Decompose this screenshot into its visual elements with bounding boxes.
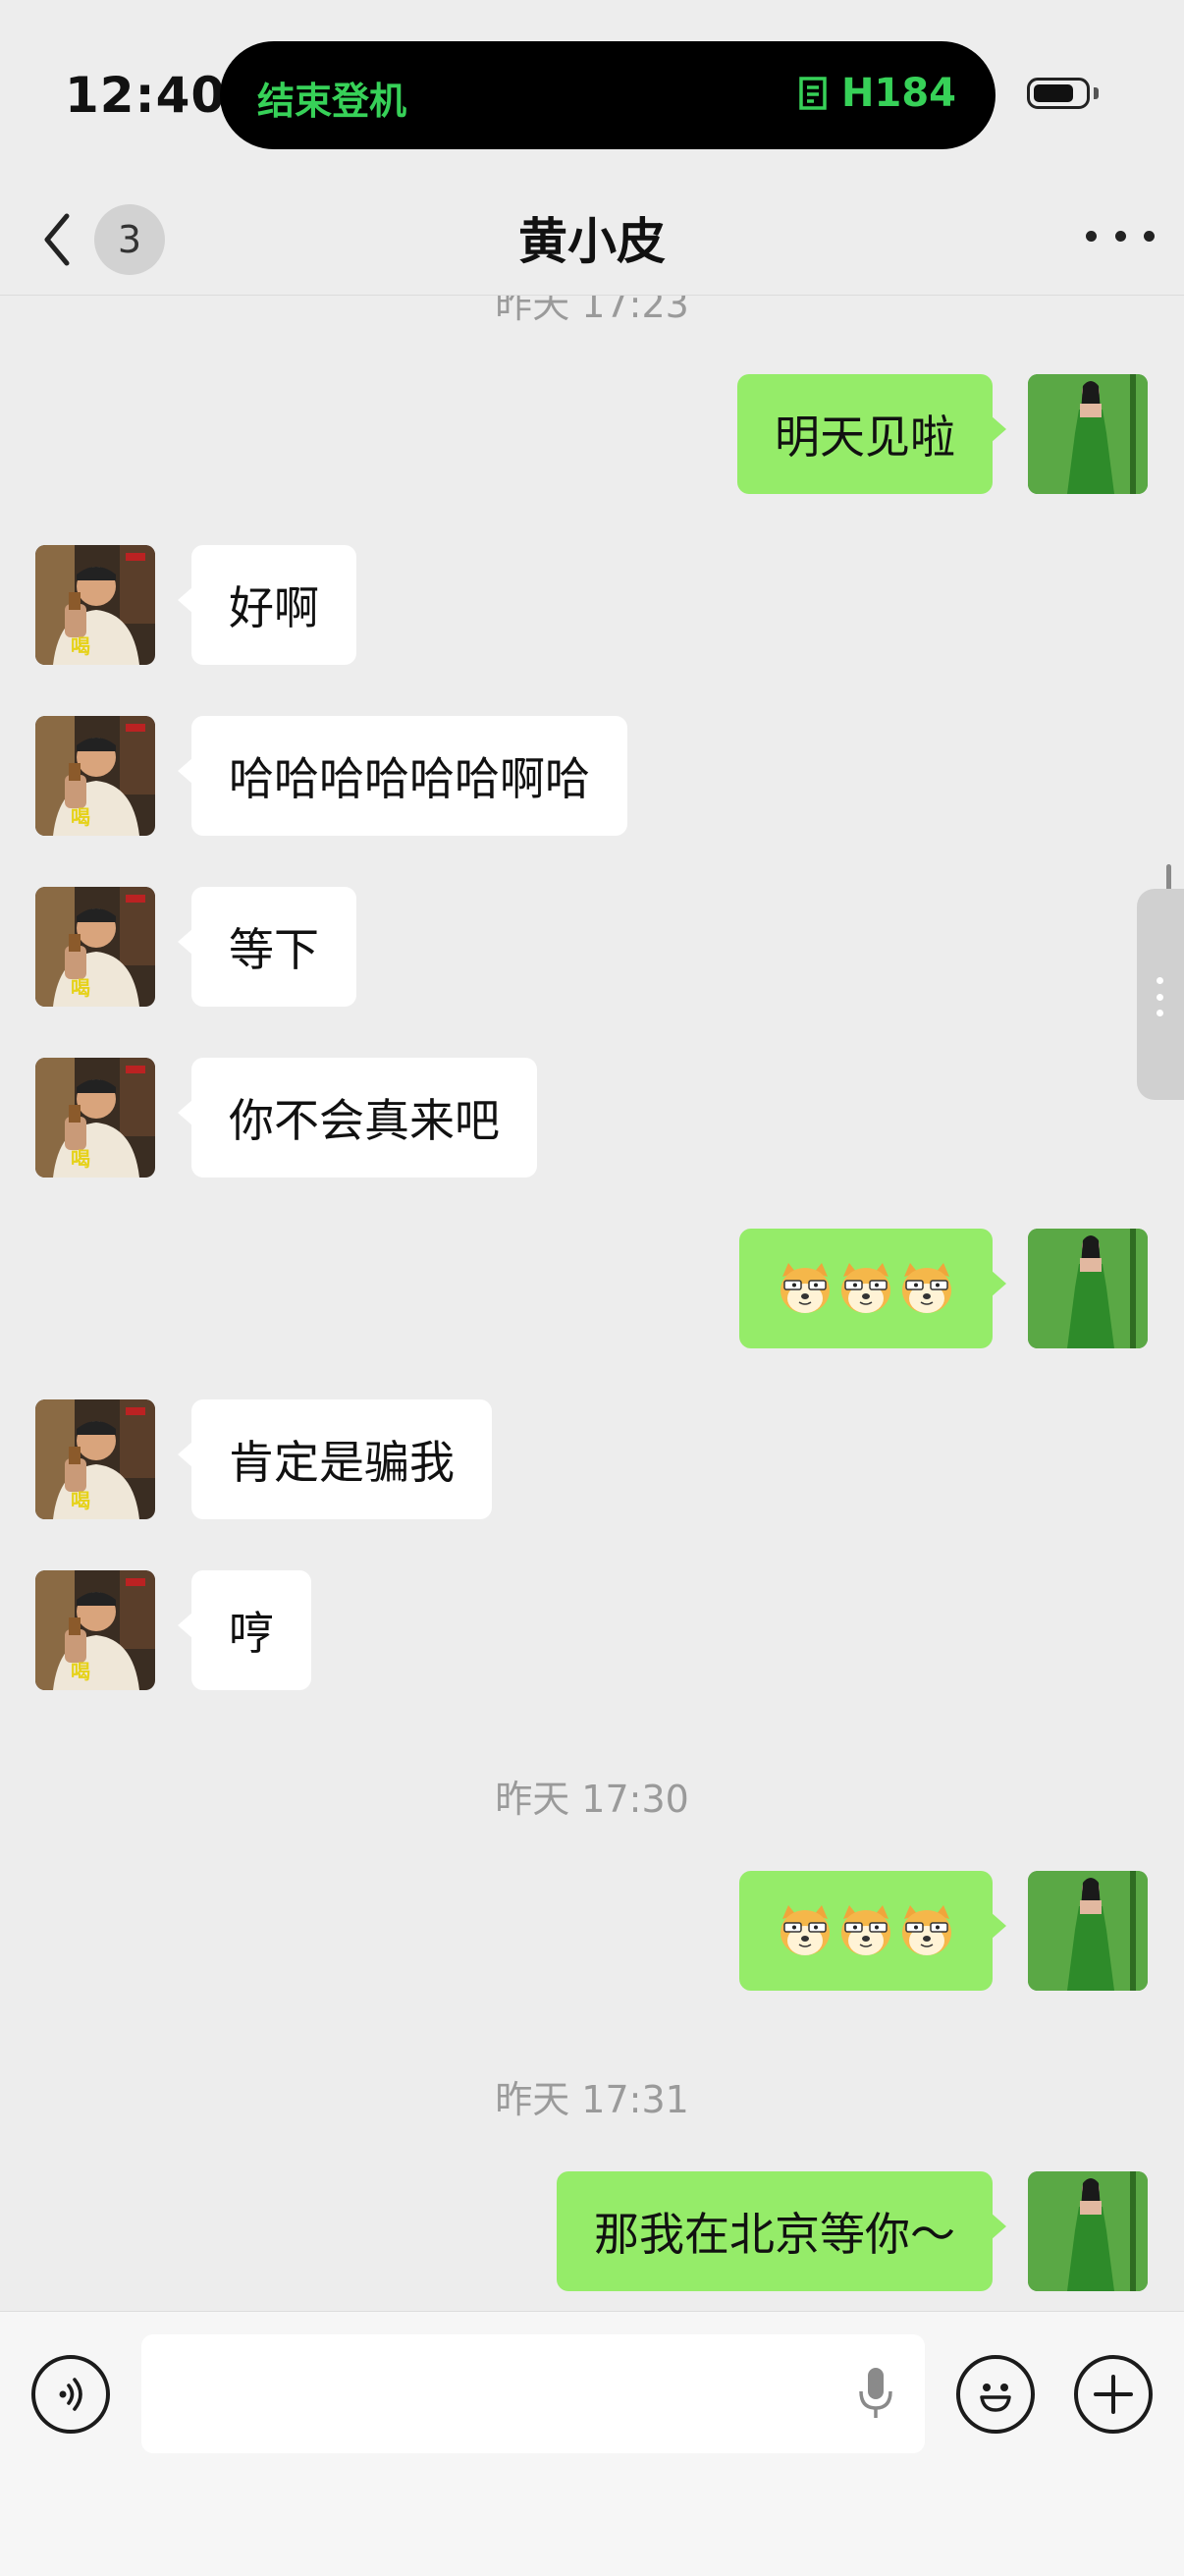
- timestamp: 昨天 17:31: [495, 2078, 689, 2121]
- message-row: 哈哈哈哈哈哈啊哈: [0, 716, 1184, 838]
- status-bar: 12:40 结束登机 H184: [0, 0, 1184, 177]
- message-row: 你不会真来吧: [0, 1058, 1184, 1179]
- incoming-bubble[interactable]: 哼: [178, 1570, 311, 1690]
- contact-avatar[interactable]: [35, 887, 155, 1007]
- contact-avatar[interactable]: [35, 1399, 155, 1519]
- doge-emoji-icon: [780, 1904, 831, 1956]
- outgoing-sticker-bubble[interactable]: [739, 1229, 1006, 1348]
- input-bar: [0, 2311, 1184, 2576]
- contact-avatar[interactable]: [35, 1058, 155, 1178]
- more-dot: [1086, 230, 1097, 242]
- boarding-pass-icon: [799, 77, 827, 110]
- my-avatar[interactable]: [1028, 2171, 1148, 2291]
- timestamp: 昨天 17:23: [495, 296, 689, 326]
- message-row: 哼: [0, 1570, 1184, 1692]
- chat-title: 黄小皮: [518, 213, 666, 270]
- voice-input-button[interactable]: [31, 2355, 110, 2434]
- doge-emoji-icon: [901, 1904, 952, 1956]
- contact-avatar[interactable]: [35, 716, 155, 836]
- battery-cap: [1094, 87, 1099, 99]
- my-avatar[interactable]: [1028, 374, 1148, 494]
- incoming-bubble[interactable]: 好啊: [178, 545, 356, 665]
- doge-emoji-icon: [840, 1262, 891, 1314]
- smiley-icon: [980, 2384, 1011, 2412]
- outgoing-bubble[interactable]: 明天见啦: [737, 374, 1006, 494]
- scroll-handle[interactable]: [1137, 889, 1184, 1100]
- my-avatar[interactable]: [1028, 1229, 1148, 1348]
- doge-emoji-icon: [840, 1904, 891, 1956]
- message-input[interactable]: [141, 2334, 925, 2453]
- contact-avatar[interactable]: [35, 545, 155, 665]
- flight-info: H184: [796, 71, 956, 116]
- live-activity-label: 结束登机: [257, 80, 407, 123]
- status-time: 12:40: [65, 67, 227, 124]
- message-row: 那我在北京等你～: [0, 2171, 1184, 2293]
- flight-number: H184: [841, 71, 956, 116]
- outgoing-sticker-bubble[interactable]: [739, 1871, 1006, 1991]
- message-list[interactable]: 昨天 17:23 明天见啦 好啊 哈哈哈哈哈哈啊哈 等下 你不会真来吧 肯定是骗…: [0, 296, 1184, 2311]
- message-row: [0, 1871, 1184, 1993]
- more-dot: [1144, 230, 1155, 242]
- incoming-bubble[interactable]: 你不会真来吧: [178, 1058, 537, 1178]
- my-avatar[interactable]: [1028, 1871, 1148, 1991]
- incoming-bubble[interactable]: 肯定是骗我: [178, 1399, 492, 1519]
- chat-header: 3 黄小皮: [0, 177, 1184, 296]
- message-row: 好啊: [0, 545, 1184, 667]
- doge-emoji-icon: [901, 1262, 952, 1314]
- doge-emoji-icon: [780, 1262, 831, 1314]
- message-row: 等下: [0, 887, 1184, 1009]
- dynamic-island[interactable]: 结束登机 H184: [220, 41, 996, 149]
- more-options-button[interactable]: [1086, 216, 1155, 255]
- plus-icon: [1094, 2375, 1133, 2414]
- incoming-bubble[interactable]: 等下: [178, 887, 356, 1007]
- timestamp: 昨天 17:30: [495, 1778, 689, 1821]
- contact-avatar[interactable]: [35, 1570, 155, 1690]
- incoming-bubble[interactable]: 哈哈哈哈哈哈啊哈: [178, 716, 627, 836]
- outgoing-bubble[interactable]: 那我在北京等你～: [557, 2171, 1006, 2291]
- more-dot: [1114, 230, 1126, 242]
- more-actions-button[interactable]: [1074, 2355, 1153, 2434]
- message-row: 肯定是骗我: [0, 1399, 1184, 1521]
- message-row: [0, 1229, 1184, 1350]
- battery-icon: [1027, 78, 1090, 109]
- microphone-icon[interactable]: [856, 2364, 895, 2423]
- emoji-button[interactable]: [956, 2355, 1035, 2434]
- voice-wave-icon: [59, 2378, 82, 2411]
- message-row: 明天见啦: [0, 374, 1184, 496]
